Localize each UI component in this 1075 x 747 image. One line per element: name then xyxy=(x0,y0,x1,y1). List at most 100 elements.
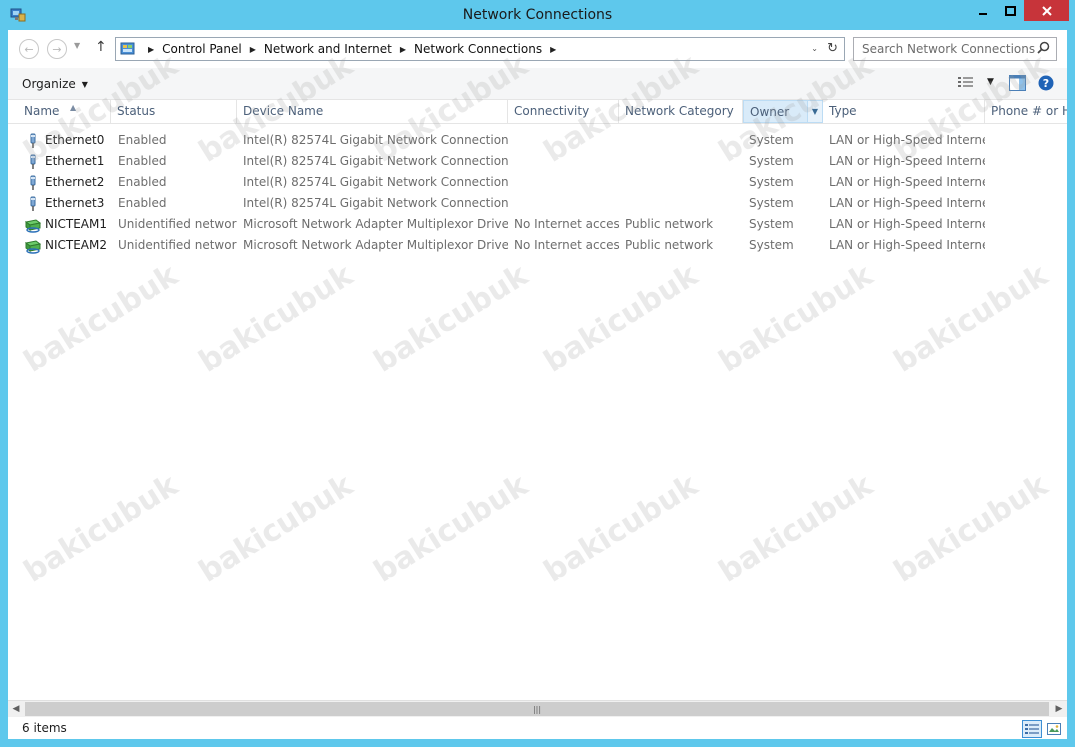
cell-status: Enabled xyxy=(118,196,167,210)
recent-locations-chevron-icon[interactable]: ▼ xyxy=(74,41,80,50)
up-button[interactable]: ↑ xyxy=(95,39,107,55)
column-header-device-name[interactable]: Device Name xyxy=(237,100,508,123)
cell-status: Enabled xyxy=(118,175,167,189)
column-header-label: Type xyxy=(829,104,857,118)
column-header-label: Status xyxy=(117,104,156,118)
breadcrumb-network-connections[interactable]: Network Connections xyxy=(412,42,544,56)
ethernet-icon xyxy=(25,196,41,212)
search-icon[interactable] xyxy=(1037,41,1050,57)
maximize-button[interactable] xyxy=(997,0,1024,21)
breadcrumb-separator-icon[interactable]: ▶ xyxy=(142,45,160,54)
refresh-icon[interactable]: ↻ xyxy=(827,41,838,56)
help-button[interactable]: ? xyxy=(1038,75,1054,94)
column-header-status[interactable]: Status xyxy=(111,100,237,123)
cell-device-name: Intel(R) 82574L Gigabit Network Connecti… xyxy=(243,196,508,210)
watermark-text: bakicubuk xyxy=(888,467,1055,590)
cell-name[interactable]: NICTEAM1 xyxy=(25,214,131,235)
organize-button[interactable]: Organize ▼ xyxy=(16,74,94,94)
connection-row-ethernet3[interactable]: Ethernet3 Enabled Intel(R) 82574L Gigabi… xyxy=(8,193,1067,214)
breadcrumb-separator-icon[interactable]: ▶ xyxy=(394,45,412,54)
cell-type: LAN or High-Speed Internet xyxy=(829,217,985,231)
watermark-text: bakicubuk xyxy=(368,467,535,590)
connection-row-nicteam2[interactable]: NICTEAM2 Unidentified network Microsoft … xyxy=(8,235,1067,256)
column-header-label: Network Category xyxy=(625,104,734,118)
command-bar: Organize ▼ ▼ ? xyxy=(8,68,1067,100)
svg-text:?: ? xyxy=(1043,77,1049,90)
cell-name[interactable]: Ethernet1 xyxy=(25,151,131,172)
close-button[interactable] xyxy=(1024,0,1069,21)
cell-status: Unidentified network xyxy=(118,238,237,252)
cell-network-category xyxy=(625,172,743,193)
arrow-left-icon: ← xyxy=(24,42,34,56)
horizontal-scrollbar[interactable]: ◀ ||| ▶ xyxy=(8,700,1067,717)
breadcrumb-network-and-internet[interactable]: Network and Internet xyxy=(262,42,394,56)
watermark-text: bakicubuk xyxy=(18,257,185,380)
search-box[interactable] xyxy=(853,37,1057,61)
large-icons-view-button[interactable] xyxy=(1044,720,1064,738)
cell-name[interactable]: Ethernet3 xyxy=(25,193,131,214)
column-header-type[interactable]: Type xyxy=(823,100,985,123)
cell-name[interactable]: Ethernet2 xyxy=(25,172,131,193)
breadcrumb-separator-icon[interactable]: ▶ xyxy=(244,45,262,54)
search-input[interactable] xyxy=(854,38,1042,60)
chevron-down-icon: ▼ xyxy=(81,79,88,89)
cell-network-category xyxy=(625,193,743,214)
column-filter-dropdown-icon[interactable]: ▼ xyxy=(807,101,822,122)
watermark-text: bakicubuk xyxy=(193,257,360,380)
view-options-chevron-icon[interactable]: ▼ xyxy=(987,77,994,87)
grip-icon: ||| xyxy=(532,704,542,714)
connection-name: Ethernet2 xyxy=(45,175,105,189)
arrow-up-icon: ↑ xyxy=(95,39,107,55)
preview-pane-icon xyxy=(1009,75,1026,91)
cell-network-category xyxy=(625,130,743,151)
details-view-button[interactable] xyxy=(1022,720,1042,738)
back-button[interactable]: ← xyxy=(19,39,39,59)
connection-row-nicteam1[interactable]: NICTEAM1 Unidentified network Microsoft … xyxy=(8,214,1067,235)
watermark-text: bakicubuk xyxy=(888,257,1055,380)
connection-row-ethernet1[interactable]: Ethernet1 Enabled Intel(R) 82574L Gigabi… xyxy=(8,151,1067,172)
address-dropdown-chevron-icon[interactable]: ⌄ xyxy=(811,44,818,53)
cell-connectivity xyxy=(514,130,619,151)
cell-network-category: Public network xyxy=(625,238,714,252)
connection-row-ethernet0[interactable]: Ethernet0 Enabled Intel(R) 82574L Gigabi… xyxy=(8,130,1067,151)
cell-owner: System xyxy=(749,154,794,168)
cell-type: LAN or High-Speed Internet xyxy=(829,154,985,168)
cell-connectivity xyxy=(514,193,619,214)
column-header-network-category[interactable]: Network Category xyxy=(619,100,743,123)
preview-pane-button[interactable] xyxy=(1009,75,1026,94)
address-bar[interactable]: ▶ Control Panel ▶ Network and Internet ▶… xyxy=(115,37,845,61)
title-bar[interactable]: Network Connections xyxy=(0,0,1075,30)
change-view-button[interactable] xyxy=(958,76,974,93)
breadcrumb-separator-icon[interactable]: ▶ xyxy=(544,45,562,54)
column-header-owner[interactable]: Owner ▼ xyxy=(743,100,823,123)
minimize-button[interactable] xyxy=(969,0,997,21)
connection-row-ethernet2[interactable]: Ethernet2 Enabled Intel(R) 82574L Gigabi… xyxy=(8,172,1067,193)
cell-name[interactable]: Ethernet0 xyxy=(25,130,131,151)
cell-owner: System xyxy=(749,133,794,147)
client-area: ← → ▼ ↑ ▶ Control Panel ▶ Network and In… xyxy=(8,30,1067,739)
explorer-window: Network Connections ← → ▼ ↑ ▶ Control Pa… xyxy=(0,0,1075,747)
arrow-right-icon: → xyxy=(52,42,62,56)
cell-device-name: Intel(R) 82574L Gigabit Network Connecti… xyxy=(243,133,508,147)
cell-device-name: Intel(R) 82574L Gigabit Network Connecti… xyxy=(243,154,508,168)
cell-type: LAN or High-Speed Internet xyxy=(829,175,985,189)
cell-type: LAN or High-Speed Internet xyxy=(829,238,985,252)
scrollbar-thumb[interactable]: ||| xyxy=(25,702,1049,716)
column-header-connectivity[interactable]: Connectivity xyxy=(508,100,619,123)
cell-device-name: Microsoft Network Adapter Multiplexor Dr… xyxy=(243,238,508,252)
item-count: 6 items xyxy=(22,721,67,735)
ethernet-icon xyxy=(25,175,41,191)
breadcrumb-control-panel[interactable]: Control Panel xyxy=(160,42,244,56)
connection-name: Ethernet1 xyxy=(45,154,105,168)
cell-status: Enabled xyxy=(118,154,167,168)
scroll-left-arrow-icon[interactable]: ◀ xyxy=(8,701,24,717)
column-header-name[interactable]: ▲ Name xyxy=(18,100,111,123)
column-header-phone[interactable]: Phone # or Ho xyxy=(985,100,1067,123)
connection-name: Ethernet3 xyxy=(45,196,105,210)
scroll-right-arrow-icon[interactable]: ▶ xyxy=(1051,701,1067,717)
cell-name[interactable]: NICTEAM2 xyxy=(25,235,131,256)
connection-name: NICTEAM1 xyxy=(45,217,108,231)
help-icon: ? xyxy=(1038,75,1054,91)
cell-owner: System xyxy=(749,196,794,210)
forward-button[interactable]: → xyxy=(47,39,67,59)
